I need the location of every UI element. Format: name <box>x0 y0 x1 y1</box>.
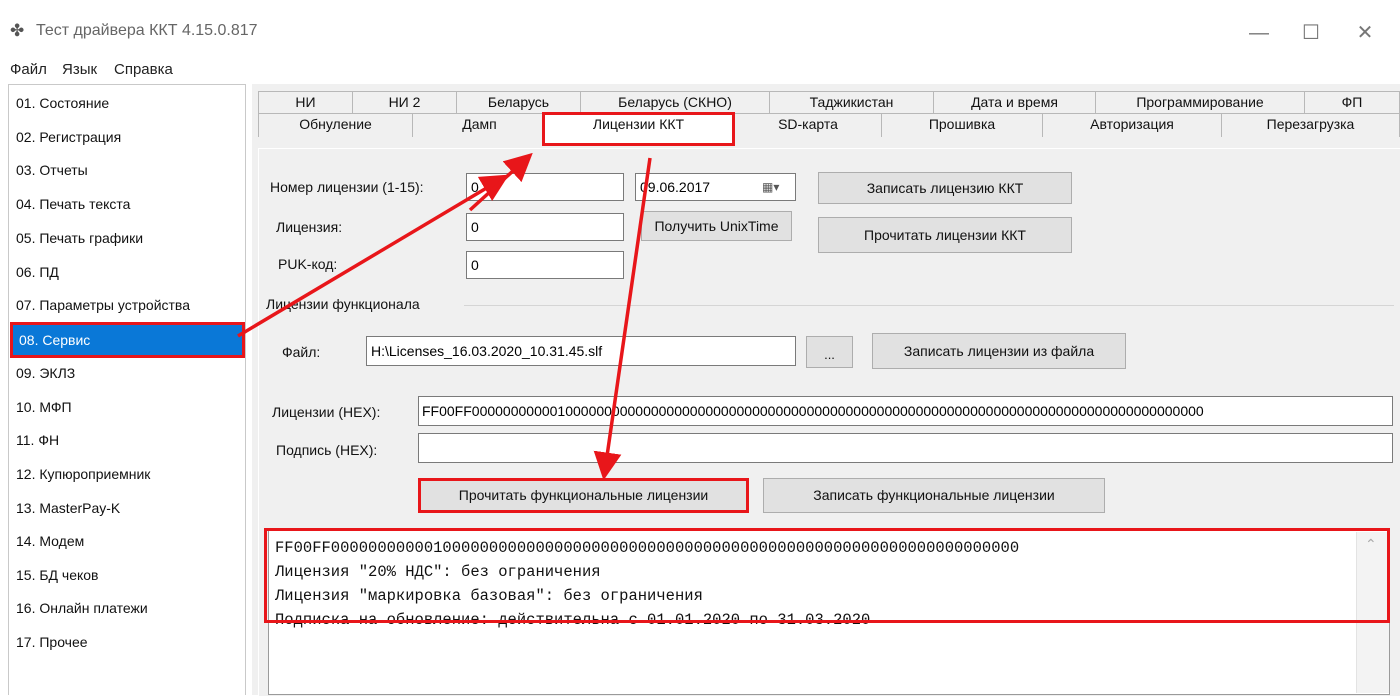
arrow-sidebar-to-license-field <box>237 174 510 338</box>
arrow-field-to-tab <box>468 152 533 212</box>
annotation-arrows <box>237 152 652 481</box>
tab-kkt-licenses[interactable]: Лицензии ККТ <box>542 112 735 146</box>
arrow-tab-to-read-button <box>593 157 652 481</box>
